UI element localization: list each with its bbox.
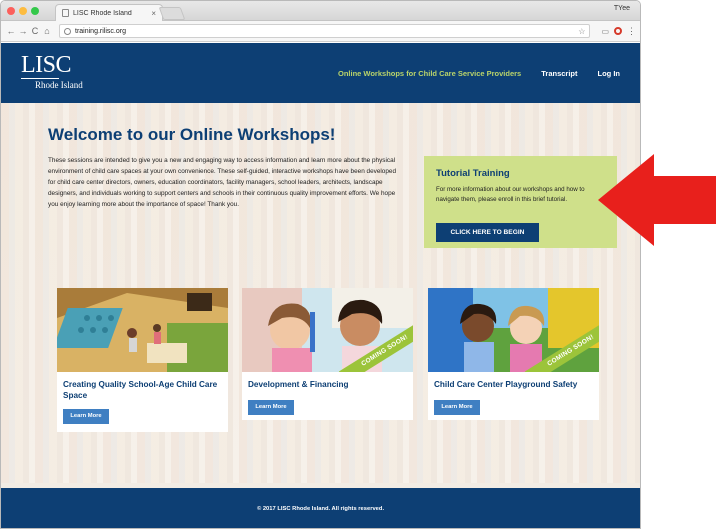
playground-image[interactable]: COMING SOON!	[428, 288, 599, 372]
workshop-card: Creating Quality School-Age Child Care S…	[57, 288, 228, 432]
page-icon	[62, 9, 69, 17]
logo-text: LISC	[21, 52, 72, 78]
browser-tab[interactable]: LISC Rhode Island ×	[55, 4, 163, 21]
browser-toolbar: ← → C ⌂ training.rilisc.org ☆ ▭ ⋮	[1, 21, 640, 42]
learn-more-button[interactable]: Learn More	[248, 400, 294, 415]
children-image[interactable]: COMING SOON!	[242, 288, 413, 372]
logo-subtitle: Rhode Island	[35, 80, 83, 90]
tab-close-icon[interactable]: ×	[151, 9, 156, 18]
opera-extension-icon[interactable]	[614, 27, 622, 35]
workshop-card: COMING SOON! Child Care Center Playgroun…	[428, 288, 599, 420]
card-title: Development & Financing	[248, 380, 349, 389]
address-bar[interactable]: training.rilisc.org ☆	[59, 24, 591, 38]
card-title: Child Care Center Playground Safety	[434, 380, 578, 389]
classroom-image[interactable]	[57, 288, 228, 372]
browser-menu-icon[interactable]: ⋮	[627, 26, 636, 37]
site-footer: © 2017 LISC Rhode Island. All rights res…	[1, 488, 640, 528]
reload-icon[interactable]: C	[29, 26, 41, 36]
forward-icon[interactable]: →	[17, 26, 29, 36]
minimize-window-button[interactable]	[19, 7, 27, 15]
bookmark-star-icon[interactable]: ☆	[578, 27, 585, 36]
card-title: Creating Quality School-Age Child Care S…	[63, 380, 218, 400]
tutorial-title: Tutorial Training	[436, 168, 510, 179]
tutorial-panel: Tutorial Training For more information a…	[424, 156, 617, 248]
page-title: Welcome to our Online Workshops!	[48, 125, 336, 144]
learn-more-button[interactable]: Learn More	[63, 409, 109, 424]
web-page: LISC Rhode Island Online Workshops for C…	[1, 43, 640, 528]
tab-title: LISC Rhode Island	[73, 9, 132, 17]
learn-more-button[interactable]: Learn More	[434, 400, 480, 415]
nav-online-workshops[interactable]: Online Workshops for Child Care Service …	[338, 69, 521, 78]
url-text[interactable]: training.rilisc.org	[75, 28, 578, 35]
profile-name[interactable]: TYee	[614, 5, 630, 12]
logo-rule	[21, 78, 59, 79]
begin-tutorial-button[interactable]: CLICK HERE TO BEGIN	[436, 223, 539, 242]
nav-transcript[interactable]: Transcript	[541, 69, 577, 78]
workshop-card: COMING SOON! Development & Financing Lea…	[242, 288, 413, 420]
info-icon[interactable]	[64, 27, 71, 35]
new-tab-button[interactable]	[158, 7, 186, 20]
lisc-logo[interactable]: LISC Rhode Island	[21, 53, 83, 90]
tab-bar: LISC Rhode Island × TYee	[1, 1, 640, 21]
zoom-window-button[interactable]	[31, 7, 39, 15]
close-window-button[interactable]	[7, 7, 15, 15]
site-header: LISC Rhode Island Online Workshops for C…	[1, 43, 640, 103]
home-icon[interactable]: ⌂	[41, 26, 53, 36]
red-arrow-icon	[598, 154, 716, 246]
browser-window: LISC Rhode Island × TYee ← → C ⌂ trainin…	[0, 0, 641, 529]
intro-paragraph: These sessions are intended to give you …	[48, 157, 397, 208]
extension-icon[interactable]: ▭	[601, 27, 609, 36]
tutorial-text: For more information about our workshops…	[436, 186, 585, 203]
nav-login[interactable]: Log In	[598, 69, 621, 78]
back-icon[interactable]: ←	[5, 26, 17, 36]
traffic-lights	[7, 7, 39, 15]
site-nav: Online Workshops for Child Care Service …	[338, 69, 620, 78]
